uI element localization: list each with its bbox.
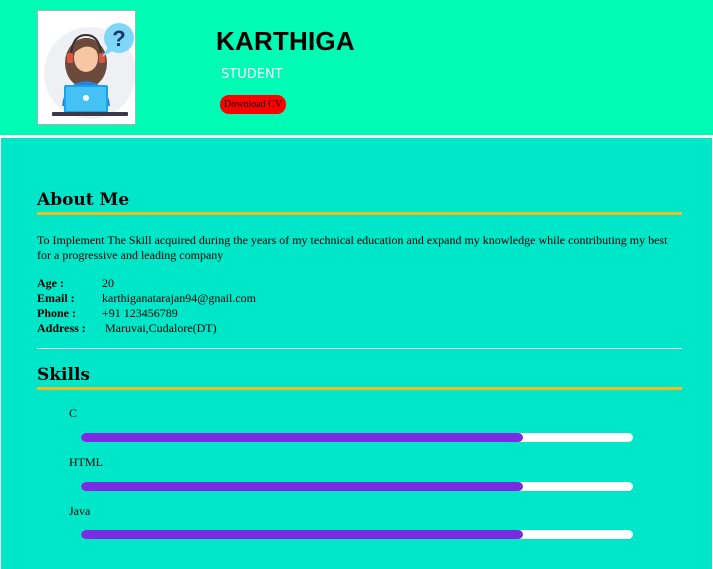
info-label: Email :	[37, 291, 75, 305]
profile-name: KARTHIGA	[216, 26, 355, 56]
download-cv-button[interactable]: Download CV	[220, 95, 287, 114]
info-address: Address : Maruvai,Cudalore(DT)	[37, 321, 217, 336]
avatar: ?	[37, 10, 136, 125]
svg-text:?: ?	[112, 26, 125, 51]
info-phone: Phone : +91 123456789	[37, 306, 178, 321]
info-label: Phone :	[37, 306, 76, 320]
skill-bar-c	[81, 433, 633, 442]
profile-role: STUDENT	[221, 67, 283, 82]
skills-heading: Skills	[37, 365, 91, 385]
skill-label-html: HTML	[69, 455, 103, 469]
info-value: karthiganatarajan94@gnail.com	[102, 291, 256, 305]
support-agent-question-icon: ?	[44, 23, 135, 119]
info-age: Age : 20	[37, 276, 114, 291]
about-heading: About Me	[37, 190, 130, 210]
resume-content: About Me To Implement The Skill acquired…	[1, 138, 712, 569]
info-value: Maruvai,Cudalore(DT)	[102, 321, 217, 335]
info-label: Age :	[37, 276, 64, 290]
about-underline	[37, 212, 682, 215]
skill-label-java: Java	[69, 504, 91, 518]
info-value: 20	[102, 276, 114, 290]
skill-bar-fill	[81, 433, 523, 442]
info-value: +91 123456789	[102, 306, 178, 320]
profile-header: ? KARTHIGA STUDENT Download CV	[0, 0, 713, 135]
skill-bar-fill	[81, 530, 523, 539]
skills-underline	[37, 387, 682, 390]
about-description: To Implement The Skill acquired during t…	[37, 233, 668, 262]
section-divider	[37, 348, 682, 349]
skill-bar-html	[81, 482, 633, 491]
skill-bar-fill	[81, 482, 523, 491]
skill-bar-java	[81, 530, 633, 539]
info-email: Email : karthiganatarajan94@gnail.com	[37, 291, 256, 306]
info-label: Address :	[37, 321, 86, 335]
skill-label-c: C	[69, 406, 78, 420]
